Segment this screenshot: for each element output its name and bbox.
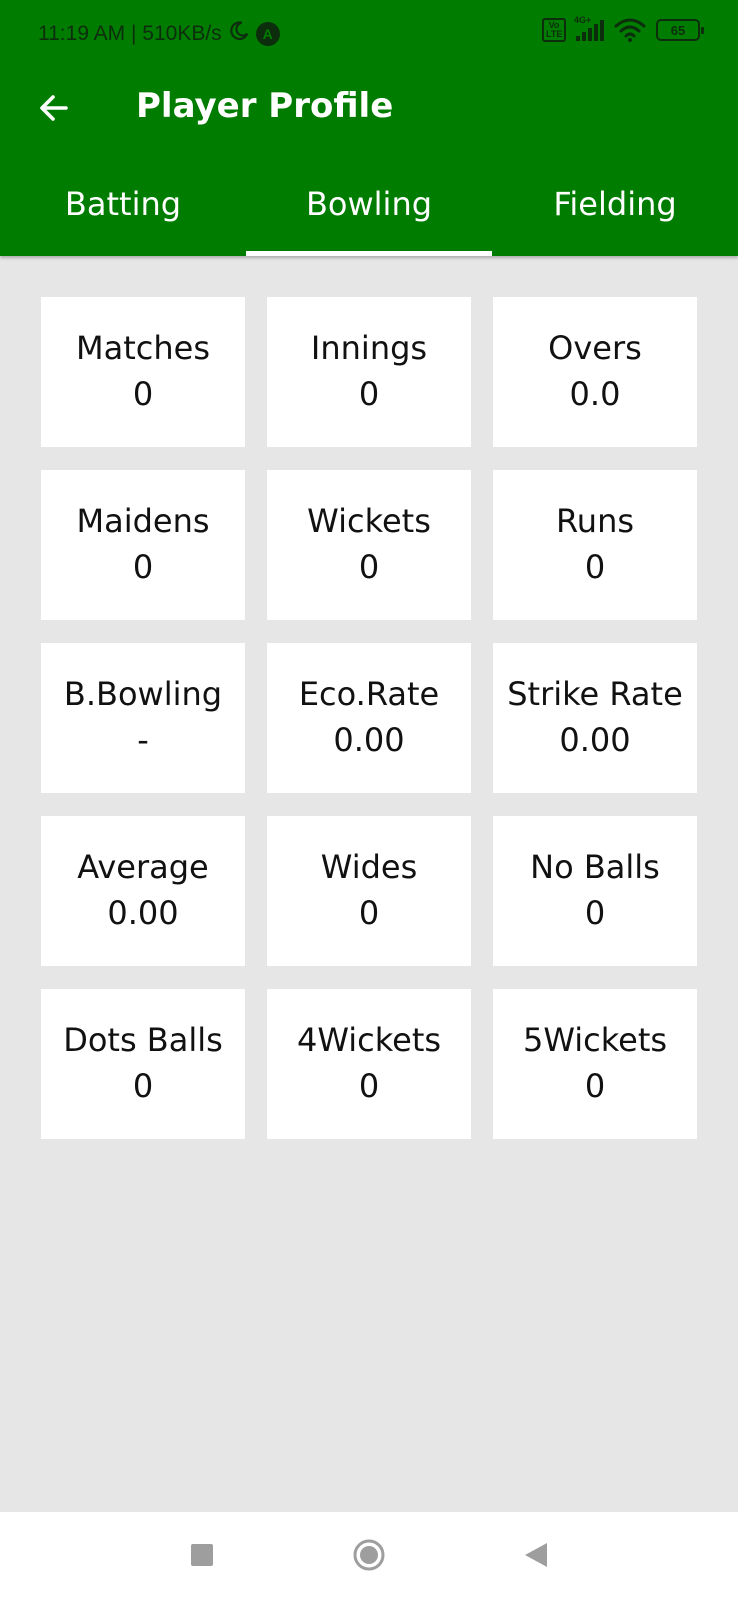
stat-value: 0 <box>584 894 606 932</box>
status-bar: 11:19 AM | 510KB/s A Vo LTE 4G+ 65 <box>0 0 738 66</box>
status-left: 11:19 AM | 510KB/s A <box>38 20 280 48</box>
stat-value: 0 <box>358 1067 380 1105</box>
stat-label: Dots Balls <box>63 1021 223 1059</box>
network-type: 4G+ <box>574 15 592 25</box>
stat-label: 5Wickets <box>522 1021 668 1059</box>
stat-label: B.Bowling <box>63 675 223 713</box>
stat-value: 0 <box>358 375 380 413</box>
home-button[interactable] <box>352 1538 386 1576</box>
stat-value: 0.00 <box>559 721 631 759</box>
status-right: Vo LTE 4G+ 65 <box>542 15 704 42</box>
moon-icon <box>228 20 250 48</box>
stat-card-overs: Overs 0.0 <box>493 297 697 447</box>
stat-label: Wickets <box>307 502 431 540</box>
tab-label: Batting <box>64 185 182 223</box>
stat-label: Innings <box>310 329 428 367</box>
stat-label: 4Wickets <box>296 1021 442 1059</box>
back-triangle-icon <box>523 1541 549 1573</box>
toolbar: Player Profile <box>0 66 738 158</box>
bowling-stats-grid: Matches 0 Innings 0 Overs 0.0 Maidens 0 … <box>41 297 698 1139</box>
stat-card-matches: Matches 0 <box>41 297 245 447</box>
back-button[interactable] <box>30 86 78 134</box>
stat-card-innings: Innings 0 <box>267 297 471 447</box>
signal-icon: 4G+ <box>574 15 604 41</box>
stat-label: Average <box>77 848 209 886</box>
stat-label: Wides <box>320 848 418 886</box>
stat-label: Maidens <box>76 502 210 540</box>
stat-card-wickets: Wickets 0 <box>267 470 471 620</box>
stat-card-dot-balls: Dots Balls 0 <box>41 989 245 1139</box>
recents-button[interactable] <box>185 1540 219 1574</box>
stat-label: Eco.Rate <box>298 675 440 713</box>
stat-value: 0 <box>132 1067 154 1105</box>
system-nav-bar <box>0 1512 738 1600</box>
stat-card-average: Average 0.00 <box>41 816 245 966</box>
tab-batting[interactable]: Batting <box>0 158 246 256</box>
stat-value: 0.00 <box>107 894 179 932</box>
stat-value: 0 <box>358 894 380 932</box>
stat-value: 0.00 <box>333 721 405 759</box>
stat-card-economy-rate: Eco.Rate 0.00 <box>267 643 471 793</box>
recents-square-icon <box>190 1543 214 1571</box>
stat-value: 0 <box>584 1067 606 1105</box>
stat-label: No Balls <box>530 848 660 886</box>
stat-card-maidens: Maidens 0 <box>41 470 245 620</box>
stat-card-best-bowling: B.Bowling - <box>41 643 245 793</box>
stat-value: 0 <box>132 375 154 413</box>
tab-bar: Batting Bowling Fielding <box>0 158 738 256</box>
tab-label: Fielding <box>553 185 677 223</box>
stat-card-wides: Wides 0 <box>267 816 471 966</box>
tab-label: Bowling <box>305 185 433 223</box>
stat-card-5-wickets: 5Wickets 0 <box>493 989 697 1139</box>
stat-card-strike-rate: Strike Rate 0.00 <box>493 643 697 793</box>
stat-value: 0 <box>132 548 154 586</box>
battery-level: 65 <box>670 22 686 38</box>
battery-icon: 65 <box>656 19 704 41</box>
stat-label: Overs <box>548 329 642 367</box>
arrow-left-icon <box>36 90 72 130</box>
wifi-icon <box>614 18 646 42</box>
stat-label: Matches <box>76 329 210 367</box>
system-back-button[interactable] <box>519 1540 553 1574</box>
stat-value: 0 <box>358 548 380 586</box>
volte-icon: Vo LTE <box>542 18 566 42</box>
stat-card-runs: Runs 0 <box>493 470 697 620</box>
tab-bowling[interactable]: Bowling <box>246 158 492 256</box>
home-circle-icon <box>352 1538 386 1576</box>
stat-label: Runs <box>555 502 635 540</box>
tab-fielding[interactable]: Fielding <box>492 158 738 256</box>
app-notification-icon: A <box>255 22 280 46</box>
status-time-speed: 11:19 AM | 510KB/s <box>38 22 222 45</box>
stat-label: Strike Rate <box>507 675 683 713</box>
stat-value: - <box>137 721 149 759</box>
page-title: Player Profile <box>136 86 394 126</box>
stat-value: 0 <box>584 548 606 586</box>
stat-value: 0.0 <box>569 375 621 413</box>
stat-card-4-wickets: 4Wickets 0 <box>267 989 471 1139</box>
stat-card-no-balls: No Balls 0 <box>493 816 697 966</box>
